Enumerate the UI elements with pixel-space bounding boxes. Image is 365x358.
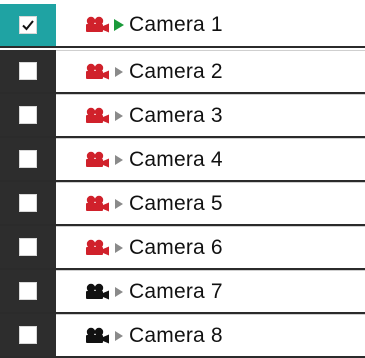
camera-red-icon (86, 239, 109, 255)
camera-1-label: Camera 1 (129, 13, 223, 36)
camera-7-checkbox-cell[interactable] (0, 270, 56, 312)
camera-6-label-cell[interactable]: Camera 6 (56, 226, 365, 268)
camera-list: Camera 1 Camera 2 Camera 3 Camera 4 Came… (0, 0, 365, 358)
camera-row-5[interactable]: Camera 5 (0, 182, 365, 226)
play-gray-icon (115, 110, 123, 121)
camera-6-checkbox[interactable] (19, 238, 37, 256)
camera-3-checkbox-cell[interactable] (0, 94, 56, 136)
camera-1-checkbox[interactable] (19, 16, 37, 34)
camera-5-label: Camera 5 (129, 191, 223, 215)
camera-5-label-cell[interactable]: Camera 5 (56, 182, 365, 224)
camera-2-label-cell[interactable]: Camera 2 (56, 50, 365, 92)
play-gray-icon (115, 330, 123, 341)
play-gray-icon (115, 286, 123, 297)
camera-7-checkbox[interactable] (19, 282, 37, 300)
camera-row-6[interactable]: Camera 6 (0, 226, 365, 270)
camera-8-label: Camera 8 (129, 323, 223, 347)
camera-2-label: Camera 2 (129, 59, 223, 83)
checkmark-icon (22, 20, 34, 31)
camera-4-checkbox-cell[interactable] (0, 138, 56, 180)
camera-red-icon (86, 107, 109, 123)
camera-3-label-cell[interactable]: Camera 3 (56, 94, 365, 136)
camera-red-icon (86, 195, 109, 211)
camera-8-checkbox-cell[interactable] (0, 314, 56, 356)
camera-row-2[interactable]: Camera 2 (0, 50, 365, 94)
camera-5-checkbox-cell[interactable] (0, 182, 56, 224)
camera-4-label: Camera 4 (129, 147, 223, 171)
camera-8-label-cell[interactable]: Camera 8 (56, 314, 365, 356)
camera-4-checkbox[interactable] (19, 150, 37, 168)
camera-row-1[interactable]: Camera 1 (0, 4, 365, 48)
camera-red-icon (86, 63, 109, 79)
play-gray-icon (115, 198, 123, 209)
camera-black-icon (86, 327, 109, 343)
camera-8-checkbox[interactable] (19, 326, 37, 344)
camera-7-label-cell[interactable]: Camera 7 (56, 270, 365, 312)
camera-6-label: Camera 6 (129, 235, 223, 259)
camera-2-checkbox[interactable] (19, 62, 37, 80)
camera-1-checkbox-cell[interactable] (0, 4, 56, 46)
camera-3-checkbox[interactable] (19, 106, 37, 124)
camera-row-8[interactable]: Camera 8 (0, 314, 365, 358)
camera-red-icon (86, 151, 109, 167)
play-gray-icon (115, 66, 123, 77)
camera-red-icon (86, 16, 109, 33)
camera-4-label-cell[interactable]: Camera 4 (56, 138, 365, 180)
camera-7-label: Camera 7 (129, 279, 223, 303)
camera-2-checkbox-cell[interactable] (0, 50, 56, 92)
camera-row-4[interactable]: Camera 4 (0, 138, 365, 182)
play-gray-icon (115, 154, 123, 165)
play-gray-icon (115, 242, 123, 253)
camera-5-checkbox[interactable] (19, 194, 37, 212)
camera-row-3[interactable]: Camera 3 (0, 94, 365, 138)
play-green-icon (114, 19, 124, 31)
camera-6-checkbox-cell[interactable] (0, 226, 56, 268)
camera-black-icon (86, 283, 109, 299)
camera-1-label-cell[interactable]: Camera 1 (56, 4, 365, 46)
camera-row-7[interactable]: Camera 7 (0, 270, 365, 314)
camera-3-label: Camera 3 (129, 103, 223, 127)
